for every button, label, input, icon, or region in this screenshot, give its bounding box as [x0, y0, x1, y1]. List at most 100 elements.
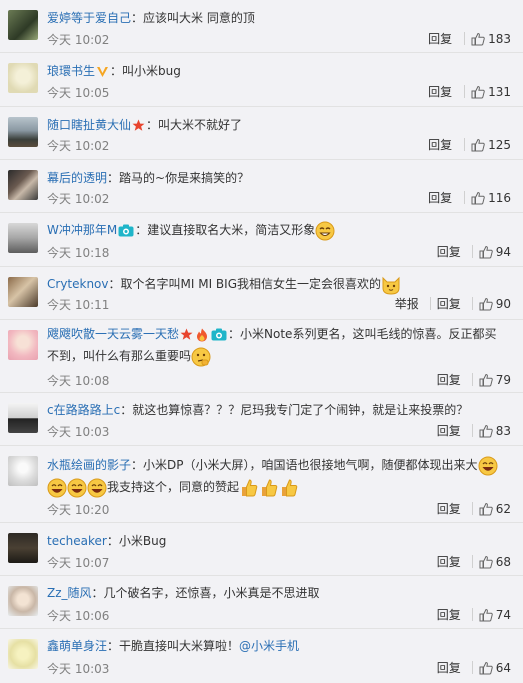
like-button[interactable]: 83 [479, 424, 511, 438]
avatar[interactable] [8, 586, 38, 616]
timestamp: 今天 10:07 [47, 556, 110, 570]
like-button[interactable]: 62 [479, 502, 511, 516]
grin-emoji-icon [315, 221, 335, 240]
reply-link[interactable]: 回复 [437, 295, 461, 312]
like-button[interactable]: 64 [479, 661, 511, 675]
timestamp: 今天 10:08 [47, 374, 110, 388]
like-button[interactable]: 116 [471, 191, 511, 205]
timestamp: 今天 10:02 [47, 139, 110, 153]
reply-link[interactable]: 回复 [437, 243, 461, 260]
avatar[interactable] [8, 533, 38, 563]
username[interactable]: Zz_随风 [47, 586, 92, 600]
comment-text: 干脆直接叫大米算啦！ [119, 639, 240, 653]
username[interactable]: Cryteknov [47, 277, 109, 291]
avatar[interactable] [8, 117, 38, 147]
username[interactable]: techeaker [47, 534, 107, 548]
avatar[interactable] [8, 403, 38, 433]
reply-link[interactable]: 回复 [437, 422, 461, 439]
comment-text: 建议直接取名大米，简洁又形象 [147, 223, 316, 237]
username[interactable]: 爱婷等于爱自己 [47, 11, 131, 25]
username[interactable]: 幕后的透明 [47, 171, 107, 185]
avatar[interactable] [8, 170, 38, 200]
like-button[interactable]: 90 [479, 297, 511, 311]
username[interactable]: 飕飕吹散一天云雾一天愁 [47, 327, 179, 341]
username[interactable]: 随口瞎扯黄大仙 [47, 118, 131, 132]
username[interactable]: 水瓶绘画的影子 [47, 458, 131, 472]
username[interactable]: 琅環书生 [47, 64, 95, 78]
comment-text: 踏马的~你是来搞笑的？ [119, 171, 250, 185]
comment-item: 幕后的透明：踏马的~你是来搞笑的？ 今天 10:02 回复 116 [0, 160, 523, 213]
comment-text: 取个名字叫MI MI BIG我相信女生一定会很喜欢的 [120, 277, 382, 291]
reply-link[interactable]: 回复 [437, 659, 461, 676]
like-count: 74 [495, 607, 511, 622]
timestamp: 今天 10:06 [47, 609, 110, 623]
laugh-emoji-icon [67, 478, 87, 497]
divider [471, 373, 473, 386]
comment-text: 我支持这个，同意的赞起 [107, 480, 240, 494]
like-count: 68 [495, 554, 511, 569]
camera-badge-icon [211, 328, 227, 341]
comment-item: W冲冲那年M ：建议直接取名大米，简洁又形象 今天 10:18 回复 94 [0, 213, 523, 267]
like-button[interactable]: 125 [471, 138, 511, 152]
avatar[interactable] [8, 63, 38, 93]
thumbs-up-icon [479, 555, 493, 568]
camera-badge-icon [118, 224, 134, 237]
like-count: 125 [488, 137, 511, 152]
reply-link[interactable]: 回复 [428, 83, 452, 100]
laugh-emoji-icon [47, 478, 67, 497]
like-count: 131 [488, 84, 511, 99]
thumbs-up-icon [471, 191, 485, 204]
fire-badge-icon [197, 328, 208, 341]
divider [464, 138, 466, 151]
comment-item: 琅環书生 ：叫小米bug 今天 10:05 回复 131 [0, 53, 523, 107]
thumbs-up-icon [479, 297, 493, 310]
like-button[interactable]: 131 [471, 85, 511, 99]
username[interactable]: c在路路路上c [47, 403, 120, 417]
reply-link[interactable]: 回复 [437, 371, 461, 388]
reply-link[interactable]: 回复 [437, 606, 461, 623]
divider [429, 297, 431, 310]
reply-link[interactable]: 回复 [437, 500, 461, 517]
like-count: 83 [495, 423, 511, 438]
like-button[interactable]: 79 [479, 373, 511, 387]
avatar[interactable] [8, 277, 38, 307]
avatar[interactable] [8, 639, 38, 669]
timestamp: 今天 10:03 [47, 425, 110, 439]
reply-link[interactable]: 回复 [437, 553, 461, 570]
comment-item: techeaker：小米Bug 今天 10:07 回复 68 [0, 523, 523, 576]
timestamp: 今天 10:02 [47, 33, 110, 47]
report-link[interactable]: 举报 [395, 295, 419, 312]
thumbs-up-emoji-icon [282, 478, 298, 496]
timestamp: 今天 10:11 [47, 298, 110, 312]
thumbs-up-emoji-icon [262, 478, 278, 496]
avatar[interactable] [8, 330, 38, 360]
like-button[interactable]: 94 [479, 245, 511, 259]
username[interactable]: 鑫萌单身汪 [47, 639, 107, 653]
laugh-emoji-icon [87, 478, 107, 497]
comment-text: 叫小米bug [122, 64, 181, 78]
timestamp: 今天 10:20 [47, 503, 110, 517]
reply-link[interactable]: 回复 [428, 136, 452, 153]
thumbs-up-icon [479, 245, 493, 258]
comment-text: 就这也算惊喜？？？尼玛我专门定了个闹钟，就是让来投票的？ [132, 403, 469, 417]
reply-link[interactable]: 回复 [428, 30, 452, 47]
divider [464, 191, 466, 204]
divider [464, 32, 466, 45]
avatar[interactable] [8, 456, 38, 486]
like-count: 62 [495, 501, 511, 516]
mention-link[interactable]: @小米手机 [239, 639, 299, 653]
like-count: 94 [495, 244, 511, 259]
like-count: 64 [495, 660, 511, 675]
avatar[interactable] [8, 10, 38, 40]
like-button[interactable]: 68 [479, 555, 511, 569]
avatar[interactable] [8, 223, 38, 253]
comment-text: 应该叫大米 同意的顶 [143, 11, 255, 25]
reply-link[interactable]: 回复 [428, 189, 452, 206]
like-button[interactable]: 183 [471, 32, 511, 46]
divider [471, 424, 473, 437]
thumbs-up-icon [479, 661, 493, 674]
thumbs-up-icon [479, 373, 493, 386]
like-button[interactable]: 74 [479, 608, 511, 622]
divider [464, 85, 466, 98]
username[interactable]: W冲冲那年M [47, 223, 117, 237]
